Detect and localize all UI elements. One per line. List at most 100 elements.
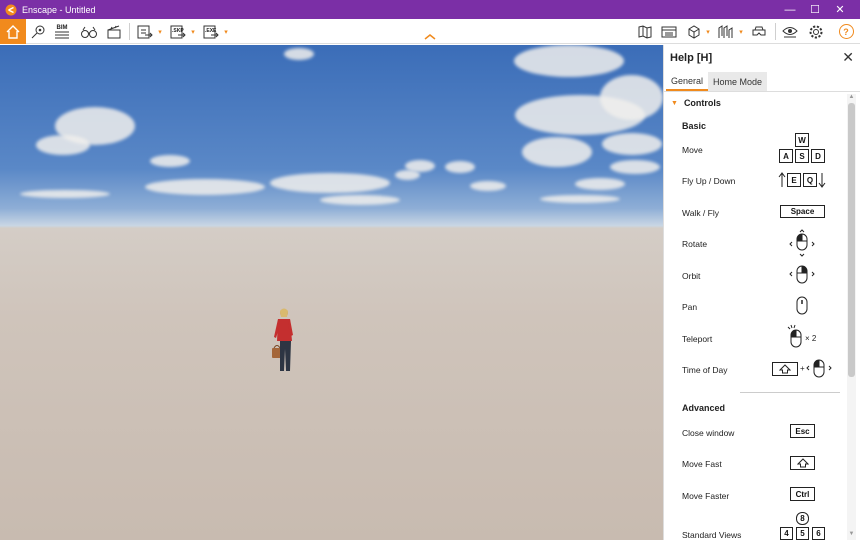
cloud — [600, 75, 663, 120]
asset-library-button[interactable] — [684, 19, 704, 44]
bim-lines-icon — [55, 31, 69, 38]
advanced-heading: Advanced — [682, 403, 726, 413]
help-tabs: General Home Mode — [666, 72, 768, 91]
home-button[interactable] — [0, 19, 26, 44]
close-window-label: Close window — [682, 428, 735, 438]
section-divider — [740, 392, 840, 393]
map-icon — [638, 24, 652, 39]
chevron-down-icon: ▾ — [706, 28, 710, 36]
key-q: Q — [803, 173, 817, 187]
export-exe-dropdown[interactable]: ▾ — [222, 19, 230, 44]
video-editor-button[interactable] — [104, 19, 124, 44]
help-close-button[interactable]: ✕ — [842, 49, 854, 66]
tab-home-mode[interactable]: Home Mode — [708, 72, 768, 91]
export-image-icon — [137, 25, 153, 38]
skp-label: .SKP — [172, 27, 184, 34]
materials-button[interactable] — [714, 19, 736, 44]
cloud — [320, 195, 400, 205]
binoculars-icon — [81, 26, 97, 38]
export-image-button[interactable] — [134, 19, 156, 44]
cloud — [514, 45, 624, 77]
key-ctrl: Ctrl — [790, 487, 815, 501]
bim-button[interactable]: BIM — [52, 19, 72, 44]
export-image-dropdown[interactable]: ▾ — [156, 19, 164, 44]
help-button[interactable]: ? — [835, 19, 857, 44]
tabs-divider — [664, 91, 860, 92]
views-button[interactable] — [28, 19, 48, 44]
cube-icon — [688, 24, 700, 39]
cloud — [540, 195, 620, 203]
materials-dropdown[interactable]: ▾ — [737, 19, 745, 44]
settings-button[interactable] — [805, 19, 827, 44]
scroll-down-arrow[interactable]: ▼ — [847, 531, 856, 537]
shift-key-icon — [772, 362, 798, 376]
chevron-down-icon: ▾ — [191, 28, 195, 36]
cloud — [150, 155, 190, 167]
location-pin-icon — [31, 25, 45, 38]
cloud — [36, 135, 90, 155]
enscape-logo-icon — [5, 4, 17, 15]
key-s: S — [795, 149, 809, 163]
visual-settings-button[interactable] — [779, 19, 801, 44]
key-e: E — [787, 173, 801, 187]
cloud — [284, 48, 314, 60]
key-numpad-5: 5 — [796, 527, 809, 540]
vr-headset-button[interactable] — [748, 19, 770, 44]
map-button[interactable] — [634, 19, 656, 44]
maximize-icon: ☐ — [810, 4, 820, 16]
export-skp-button[interactable]: .SKP — [167, 19, 189, 44]
cloud — [20, 190, 110, 198]
time-of-day-label: Time of Day — [682, 365, 728, 375]
binoculars-button[interactable] — [78, 19, 100, 44]
cloud — [522, 137, 592, 167]
asset-dropdown[interactable]: ▾ — [704, 19, 712, 44]
help-scrollbar-thumb[interactable] — [848, 103, 855, 377]
teleport-times-two: × 2 — [805, 334, 817, 343]
cloud — [575, 178, 625, 190]
basic-heading: Basic — [682, 121, 707, 131]
export-skp-dropdown[interactable]: ▾ — [189, 19, 197, 44]
mouse-middle-icon — [796, 296, 808, 315]
orbit-label: Orbit — [682, 271, 701, 281]
chevron-down-icon: ▾ — [739, 28, 743, 36]
export-exe-button[interactable]: .EXE — [200, 19, 222, 44]
tab-general[interactable]: General — [666, 72, 709, 91]
arrow-up-icon — [778, 172, 786, 187]
rotate-label: Rotate — [682, 239, 708, 249]
close-window-button[interactable]: ✕ — [822, 0, 858, 19]
collapse-toolbar-button[interactable] — [421, 32, 439, 42]
eye-icon — [782, 26, 798, 37]
key-numpad-8: 8 — [796, 512, 809, 525]
chevron-down-icon: ▾ — [158, 28, 162, 36]
move-label: Move — [682, 145, 703, 155]
pan-label: Pan — [682, 302, 698, 312]
minimize-icon: — — [784, 3, 796, 16]
teleport-label: Teleport — [682, 334, 713, 344]
window-title: Enscape - Untitled — [22, 4, 96, 15]
chevron-up-icon — [424, 34, 436, 40]
standard-views-label: Standard Views — [682, 530, 742, 540]
person-figure — [272, 308, 293, 371]
controls-section-header[interactable]: ▼ Controls — [671, 98, 721, 108]
home-icon — [6, 24, 20, 39]
exe-label: .EXE — [205, 27, 217, 34]
mouse-left-drag-icon — [806, 359, 832, 378]
panorama-button[interactable] — [658, 19, 680, 44]
shift-arrow-icon — [796, 458, 809, 468]
scroll-up-arrow[interactable]: ▲ — [847, 94, 856, 100]
title-bar: Enscape - Untitled — ☐ ✕ — [0, 0, 860, 19]
plus-sign: + — [800, 364, 805, 373]
cloud — [270, 173, 390, 193]
key-a: A — [779, 149, 793, 163]
cloud — [145, 179, 265, 195]
render-viewport[interactable] — [0, 45, 663, 540]
close-icon: ✕ — [835, 4, 845, 16]
move-fast-label: Move Fast — [682, 459, 722, 469]
cloud — [445, 161, 475, 173]
walk-fly-label: Walk / Fly — [682, 208, 719, 218]
help-icon: ? — [838, 24, 854, 39]
cloud — [602, 133, 662, 155]
arrow-down-icon — [818, 173, 826, 188]
cloud — [470, 181, 506, 191]
expand-triangle-icon: ▼ — [671, 99, 678, 107]
